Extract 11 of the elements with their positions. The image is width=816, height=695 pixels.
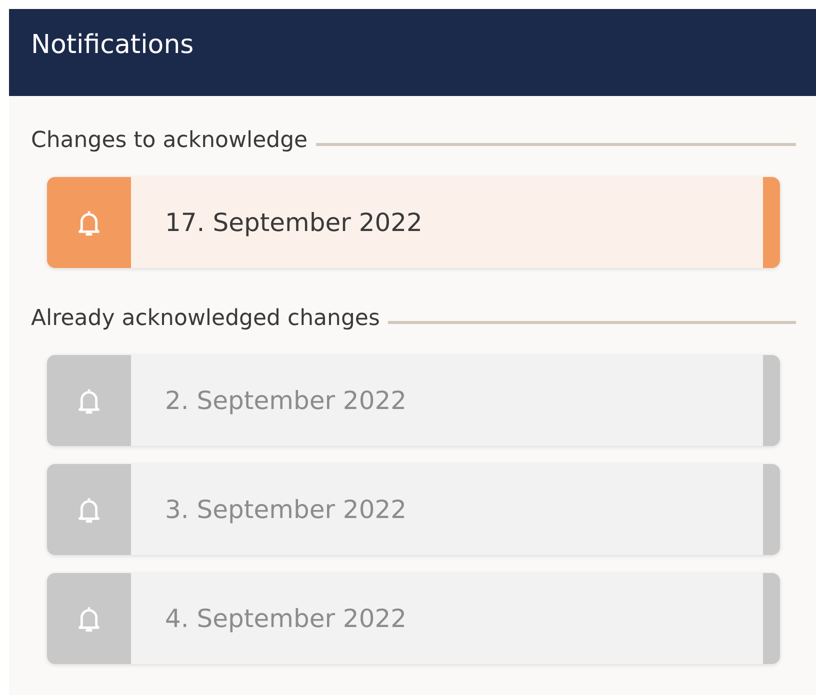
notification-card[interactable]: 4. September 2022 <box>47 573 780 664</box>
notification-date: 2. September 2022 <box>164 384 408 417</box>
notification-card[interactable]: 3. September 2022 <box>47 464 780 555</box>
notification-date: 4. September 2022 <box>164 602 408 635</box>
notification-card[interactable]: 2. September 2022 <box>47 355 780 446</box>
notification-date: 17. September 2022 <box>164 206 424 239</box>
section-heading: Already acknowledged changes <box>31 305 380 333</box>
page-title: Notifications <box>31 29 194 62</box>
notification-card[interactable]: 17. September 2022 <box>47 177 780 268</box>
section-heading: Changes to acknowledge <box>31 127 308 155</box>
notification-date: 3. September 2022 <box>164 494 408 526</box>
